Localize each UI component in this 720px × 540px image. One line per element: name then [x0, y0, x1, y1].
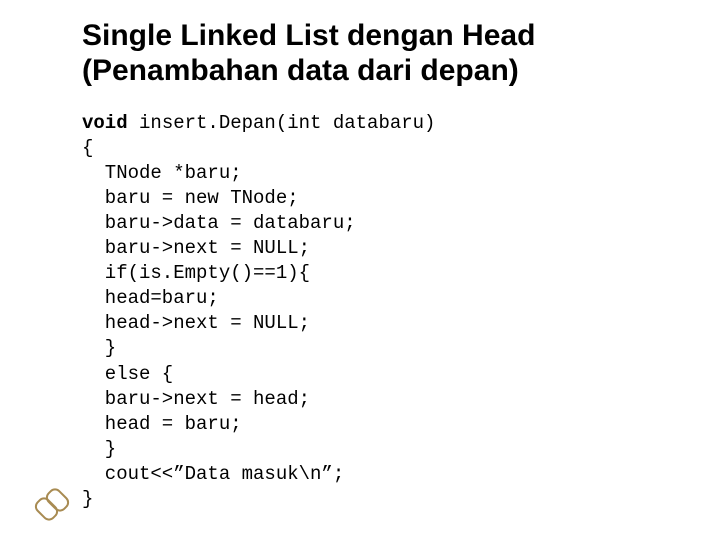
- title-line-1: Single Linked List dengan Head: [82, 19, 535, 52]
- code-line-3: baru->data = databaru;: [105, 212, 356, 234]
- code-line-13: cout<<”Data masuk\n”;: [105, 463, 344, 485]
- code-line-12: }: [105, 438, 116, 460]
- code-line-2: baru = new TNode;: [105, 187, 299, 209]
- code-line-10: baru->next = head;: [105, 388, 310, 410]
- code-line-1: TNode *baru;: [105, 162, 242, 184]
- code-line-5: if(is.Empty()==1){: [105, 262, 310, 284]
- code-signature: insert.Depan(int databaru): [128, 112, 436, 134]
- slide-title: Single Linked List dengan Head (Penambah…: [82, 18, 660, 89]
- code-line-8: }: [105, 337, 116, 359]
- title-line-2: (Penambahan data dari depan): [82, 54, 519, 87]
- code-line-6: head=baru;: [105, 287, 219, 309]
- code-line-4: baru->next = NULL;: [105, 237, 310, 259]
- code-close-brace: }: [82, 488, 93, 510]
- code-line-11: head = baru;: [105, 413, 242, 435]
- keyword-void: void: [82, 112, 128, 134]
- slide: Single Linked List dengan Head (Penambah…: [0, 0, 720, 540]
- code-line-9: else {: [105, 363, 173, 385]
- code-block: void insert.Depan(int databaru) { TNode …: [82, 111, 660, 512]
- code-line-7: head->next = NULL;: [105, 312, 310, 334]
- code-open-brace: {: [82, 137, 93, 159]
- chain-link-icon: [38, 490, 68, 520]
